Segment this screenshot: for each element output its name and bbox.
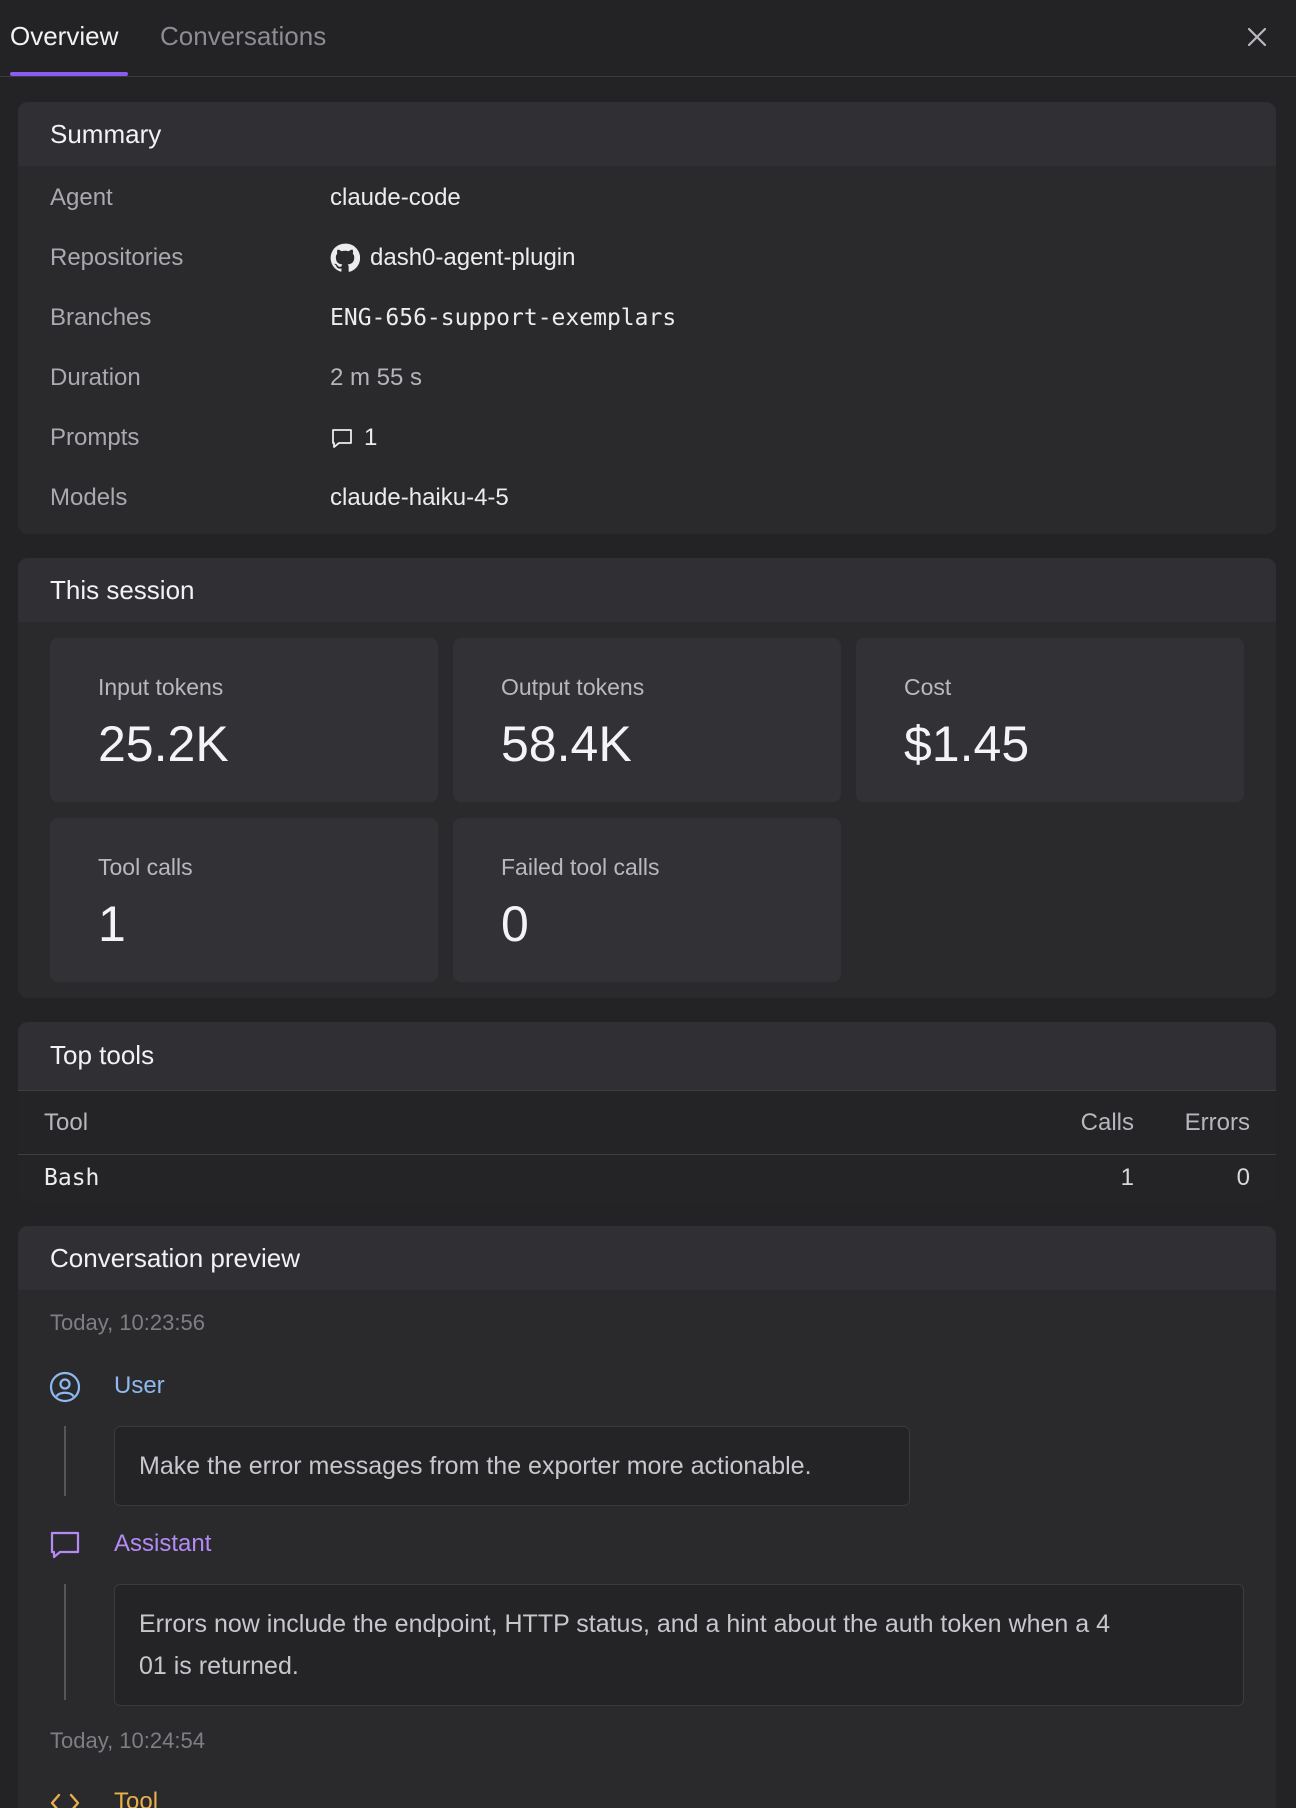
tab-conversations[interactable]: Conversations xyxy=(160,18,326,54)
summary-row-prompts: Prompts 1 xyxy=(18,408,1276,468)
thread-line xyxy=(64,1426,66,1496)
tool-name: Bash xyxy=(44,1165,100,1191)
table-row[interactable]: Bash 1 0 xyxy=(18,1155,1276,1201)
stat-value: 25.2K xyxy=(98,716,229,772)
role-label-assistant: Assistant xyxy=(114,1530,212,1557)
tool-calls: 1 xyxy=(1120,1164,1134,1191)
stat-card-tool-calls: Tool calls 1 xyxy=(50,818,438,982)
stat-value: 58.4K xyxy=(501,716,632,772)
stat-card-failed-tool-calls: Failed tool calls 0 xyxy=(453,818,841,982)
chat-bubble-icon xyxy=(332,429,352,448)
close-icon[interactable] xyxy=(1244,24,1270,50)
stat-label: Cost xyxy=(904,674,952,700)
timestamp: Today, 10:24:54 xyxy=(50,1728,205,1753)
stat-value: $1.45 xyxy=(904,716,1030,772)
conversation-preview-title: Conversation preview xyxy=(18,1226,1276,1290)
top-tools-table: Tool Calls Errors Bash 1 0 xyxy=(18,1090,1276,1201)
repository-link[interactable]: dash0-agent-plugin xyxy=(370,242,576,274)
conversation-preview-panel: Conversation preview Today, 10:23:56 Use… xyxy=(18,1226,1276,1808)
prompts-count: 1 xyxy=(364,424,378,451)
agent-value: claude-code xyxy=(330,184,461,211)
column-header-tool[interactable]: Tool xyxy=(44,1091,88,1155)
stat-value: 1 xyxy=(98,896,126,952)
github-icon xyxy=(330,243,360,272)
active-tab-indicator xyxy=(10,72,128,76)
role-label-user: User xyxy=(114,1372,165,1399)
stat-label: Tool calls xyxy=(98,854,193,880)
summary-label: Models xyxy=(50,484,128,511)
top-tools-title: Top tools xyxy=(18,1022,1276,1090)
summary-value: claude-code xyxy=(330,182,461,214)
tab-bar: Overview Conversations xyxy=(0,0,1296,77)
summary-label: Duration xyxy=(50,364,141,391)
tool-errors: 0 xyxy=(1236,1164,1250,1191)
summary-label: Branches xyxy=(50,304,152,331)
stat-label: Output tokens xyxy=(501,674,645,700)
timestamp: Today, 10:23:56 xyxy=(50,1310,205,1335)
session-panel: This session Input tokens 25.2K Output t… xyxy=(18,558,1276,998)
column-header-calls[interactable]: Calls xyxy=(1081,1091,1134,1155)
session-title: This session xyxy=(18,558,1276,622)
user-circle-icon xyxy=(49,1371,81,1403)
thread-line xyxy=(64,1584,66,1700)
tab-overview[interactable]: Overview xyxy=(10,18,118,54)
role-label-tool: Tool xyxy=(114,1788,159,1808)
stat-label: Input tokens xyxy=(98,674,224,700)
models-value: claude-haiku-4-5 xyxy=(330,484,509,511)
table-header: Tool Calls Errors xyxy=(18,1091,1276,1155)
stat-card-cost: Cost $1.45 xyxy=(856,638,1244,802)
summary-value: 1 xyxy=(330,422,377,454)
top-tools-panel: Top tools Tool Calls Errors Bash 1 0 xyxy=(18,1022,1276,1202)
summary-row-models: Models claude-haiku-4-5 xyxy=(18,468,1276,528)
summary-row-repositories: Repositories dash0-agent-plugin xyxy=(18,228,1276,288)
assistant-message: Errors now include the endpoint, HTTP st… xyxy=(114,1584,1244,1706)
user-message: Make the error messages from the exporte… xyxy=(114,1426,910,1506)
summary-panel: Summary Agent claude-code Repositories d… xyxy=(18,102,1276,534)
stat-card-input-tokens: Input tokens 25.2K xyxy=(50,638,438,802)
summary-row-duration: Duration 2 m 55 s xyxy=(18,348,1276,408)
column-header-errors[interactable]: Errors xyxy=(1185,1091,1250,1155)
summary-row-branches: Branches ENG-656-support-exemplars xyxy=(18,288,1276,348)
stat-value: 0 xyxy=(501,896,529,952)
branch-value: ENG-656-support-exemplars xyxy=(330,305,677,331)
summary-label: Repositories xyxy=(50,244,184,271)
stat-card-output-tokens: Output tokens 58.4K xyxy=(453,638,841,802)
stat-label: Failed tool calls xyxy=(501,854,660,880)
code-icon xyxy=(50,1793,80,1808)
summary-label: Agent xyxy=(50,184,113,211)
summary-label: Prompts xyxy=(50,424,140,451)
summary-row-agent: Agent claude-code xyxy=(18,168,1276,228)
summary-value: dash0-agent-plugin xyxy=(330,242,576,274)
chat-bubble-icon xyxy=(50,1531,80,1559)
duration-value: 2 m 55 s xyxy=(330,364,423,391)
summary-title: Summary xyxy=(18,102,1276,166)
